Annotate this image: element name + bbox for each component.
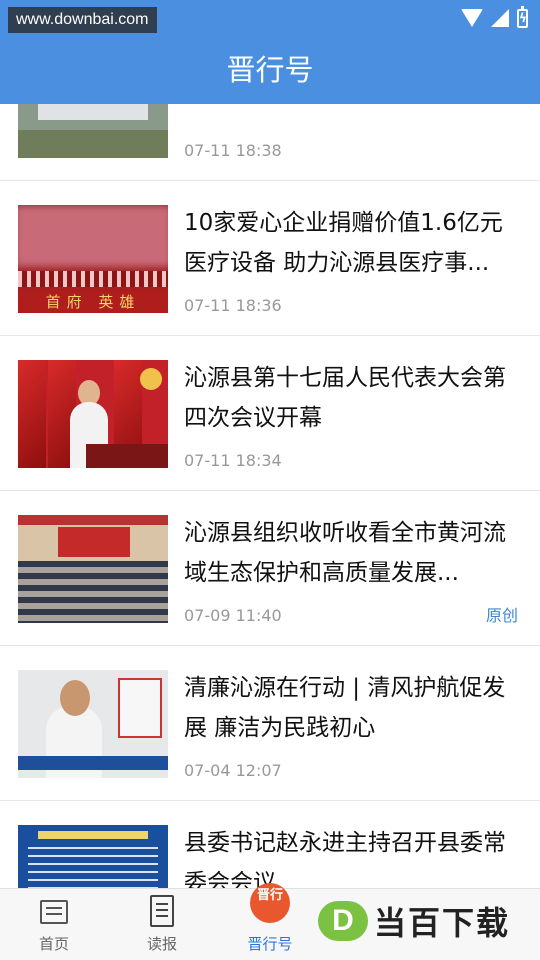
logo-text: 当百下载 <box>374 904 511 942</box>
article-time: 07-11 18:36 <box>184 296 282 315</box>
article-list: 捐赠医疗设备用于新建的县... 07-11 18:38 首府 英雄 10家爱心企… <box>0 26 540 956</box>
tab-newspaper[interactable]: 读报 <box>108 889 216 960</box>
list-item[interactable]: 首府 英雄 10家爱心企业捐赠价值1.6亿元医疗设备 助力沁源县医疗事... 0… <box>0 181 540 336</box>
article-thumbnail: 首府 英雄 <box>18 205 168 313</box>
page-title: 晋行号 <box>226 53 314 87</box>
logo-mark: D <box>318 901 368 941</box>
tab-jinxinghao[interactable]: 晋行 晋行号 <box>216 883 324 960</box>
article-thumbnail <box>18 360 168 468</box>
thumbnail-banner: 首府 英雄 <box>18 291 168 313</box>
article-time: 07-11 18:34 <box>184 451 282 470</box>
article-thumbnail <box>18 670 168 778</box>
article-time: 07-09 11:40 <box>184 606 282 625</box>
list-item[interactable]: 沁源县组织收听收看全市黄河流域生态保护和高质量发展... 07-09 11:40… <box>0 491 540 646</box>
wifi-icon <box>461 9 483 27</box>
article-title: 10家爱心企业捐赠价值1.6亿元医疗设备 助力沁源县医疗事... <box>184 210 503 276</box>
list-item[interactable]: 沁源县第十七届人民代表大会第四次会议开幕 07-11 18:34 <box>0 336 540 491</box>
app-header: www.downbai.com ϟ 晋行号 <box>0 0 540 104</box>
article-title: 清廉沁源在行动 | 清风护航促发展 廉洁为民践初心 <box>184 675 506 741</box>
site-watermark: www.downbai.com <box>8 7 157 33</box>
jinxinghao-icon: 晋行 <box>250 883 290 923</box>
list-item[interactable]: 清廉沁源在行动 | 清风护航促发展 廉洁为民践初心 07-04 12:07 <box>0 646 540 801</box>
article-time: 07-11 18:38 <box>184 141 282 160</box>
article-thumbnail <box>18 515 168 623</box>
battery-icon: ϟ <box>517 5 528 28</box>
site-logo: D 当百下载 <box>318 896 510 946</box>
original-tag: 原创 <box>485 606 518 625</box>
newspaper-icon <box>150 895 174 927</box>
tab-label: 晋行号 <box>247 935 293 953</box>
tab-home[interactable]: 首页 <box>0 889 108 960</box>
article-title: 沁源县组织收听收看全市黄河流域生态保护和高质量发展... <box>184 520 506 586</box>
article-time: 07-04 12:07 <box>184 761 282 780</box>
home-icon <box>40 900 68 924</box>
status-icons: ϟ <box>461 5 528 28</box>
tab-label: 首页 <box>38 935 69 953</box>
signal-icon <box>491 9 509 27</box>
app-screen: 捐赠医疗设备用于新建的县... 07-11 18:38 首府 英雄 10家爱心企… <box>0 0 540 960</box>
tab-label: 读报 <box>146 935 177 953</box>
article-title: 沁源县第十七届人民代表大会第四次会议开幕 <box>184 365 506 431</box>
